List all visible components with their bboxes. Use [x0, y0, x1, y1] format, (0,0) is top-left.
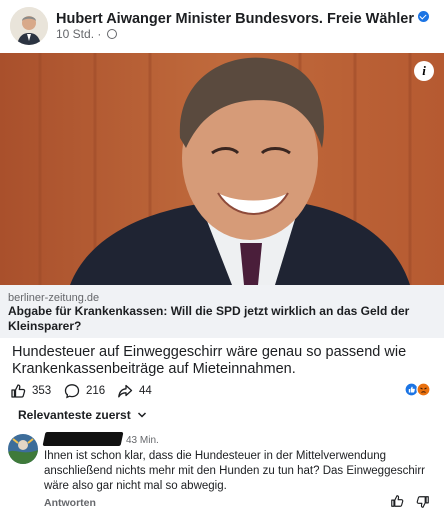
- comment-sort-dropdown[interactable]: Relevanteste zuerst: [18, 408, 147, 422]
- post-text: Hundesteuer auf Einweggeschirr wäre gena…: [12, 344, 407, 377]
- author-name-text[interactable]: Hubert Aiwanger Minister Bundesvors. Fre…: [56, 11, 414, 27]
- comment-time[interactable]: 43 Min.: [126, 435, 159, 446]
- link-preview-image[interactable]: i: [0, 53, 444, 285]
- comment-icon: [64, 384, 80, 399]
- share-icon: [118, 384, 133, 398]
- verified-badge-icon: [418, 11, 430, 22]
- share-count: 44: [139, 385, 152, 397]
- comment-button[interactable]: 216: [64, 383, 105, 399]
- reactions-summary[interactable]: [404, 382, 432, 397]
- link-headline[interactable]: Abgabe für Krankenkassen: Will die SPD j…: [8, 304, 428, 334]
- globe-icon: [106, 29, 117, 39]
- share-button[interactable]: 44: [117, 383, 152, 399]
- post-meta: 10 Std. ·: [56, 27, 117, 41]
- meta-separator: ·: [97, 27, 102, 41]
- redacted-commenter-name: [42, 432, 124, 446]
- link-domain: berliner-zeitung.de: [8, 292, 100, 304]
- comment-text: Ihnen ist schon klar, dass die Hundesteu…: [44, 450, 425, 492]
- chevron-down-icon: [138, 412, 147, 418]
- author-avatar[interactable]: [10, 7, 48, 45]
- author-name[interactable]: Hubert Aiwanger Minister Bundesvors. Fre…: [56, 11, 430, 27]
- post-time[interactable]: 10 Std.: [56, 27, 94, 41]
- comment-like-icon[interactable]: [390, 494, 404, 508]
- like-button[interactable]: 353: [10, 383, 51, 399]
- thumbs-up-icon: [11, 384, 26, 398]
- info-icon[interactable]: i: [414, 61, 434, 81]
- angry-reaction-icon: [416, 382, 431, 397]
- sort-label: Relevanteste zuerst: [18, 408, 131, 422]
- comment-dislike-icon[interactable]: [416, 495, 430, 509]
- like-count: 353: [32, 385, 52, 397]
- commenter-avatar[interactable]: [8, 434, 38, 464]
- comment-count: 216: [86, 385, 106, 397]
- reply-link[interactable]: Antworten: [44, 497, 96, 509]
